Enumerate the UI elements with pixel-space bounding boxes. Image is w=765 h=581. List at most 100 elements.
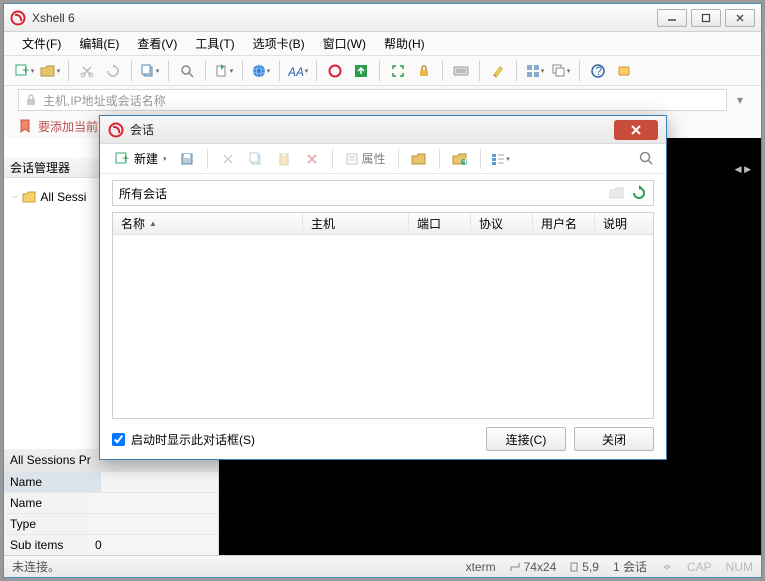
sort-asc-icon: ▲ <box>149 219 157 228</box>
xshell-icon[interactable] <box>323 59 347 83</box>
status-sessions: 1 会话 <box>613 558 647 575</box>
session-list[interactable]: 名称▲ 主机 端口 协议 用户名 说明 <box>112 212 654 419</box>
cascade-icon[interactable]: ▾ <box>549 59 573 83</box>
props-key: Type <box>4 514 89 534</box>
search-icon[interactable] <box>638 150 656 168</box>
separator <box>68 61 69 81</box>
refresh-icon[interactable] <box>631 185 647 201</box>
app-title: Xshell 6 <box>32 11 657 25</box>
close-dialog-button[interactable]: 关闭 <box>574 427 654 451</box>
view-mode-icon[interactable]: ▾ <box>489 147 513 171</box>
cursor-icon <box>570 562 578 572</box>
statusbar: 未连接。 xterm 74x24 5,9 1 会话 CAP NUM <box>4 555 761 577</box>
status-connection: 未连接。 <box>12 558 60 575</box>
lock-small-icon <box>25 94 37 106</box>
tab-nav-arrows[interactable]: ◀ ▶ <box>735 164 751 175</box>
status-position: 5,9 <box>570 560 599 574</box>
separator <box>516 61 517 81</box>
dialog-titlebar: 会话 <box>100 116 666 144</box>
highlight-icon[interactable] <box>486 59 510 83</box>
size-icon <box>510 562 520 572</box>
main-toolbar: +▾ ▾ ▾ ▾ ▾ AA▾ ▾ ▾ ? <box>4 56 761 86</box>
maximize-button[interactable] <box>691 9 721 27</box>
show-on-start-input[interactable] <box>112 433 125 446</box>
show-on-start-label: 启动时显示此对话框(S) <box>131 431 255 448</box>
col-name[interactable]: 名称▲ <box>113 213 303 234</box>
separator <box>398 149 399 169</box>
tree-item-label: All Sessi <box>40 190 86 204</box>
menu-window[interactable]: 窗口(W) <box>315 33 374 54</box>
help-icon[interactable]: ? <box>586 59 610 83</box>
show-on-start-checkbox[interactable]: 启动时显示此对话框(S) <box>112 431 478 448</box>
bookmark-icon <box>18 119 32 133</box>
address-input[interactable]: 主机,IP地址或会话名称 <box>18 89 727 111</box>
separator <box>379 61 380 81</box>
col-user[interactable]: 用户名 <box>533 213 595 234</box>
address-dropdown-icon[interactable]: ▾ <box>733 93 747 107</box>
open-folder-icon[interactable] <box>407 147 431 171</box>
new-folder-icon[interactable]: + <box>448 147 472 171</box>
open-session-icon[interactable]: ▾ <box>38 59 62 83</box>
menu-edit[interactable]: 编辑(E) <box>71 33 127 54</box>
folder-icon <box>22 190 36 204</box>
new-session-icon[interactable]: +▾ <box>12 59 36 83</box>
col-host[interactable]: 主机 <box>303 213 409 234</box>
properties-label: 属性 <box>362 150 386 167</box>
dialog-close-button[interactable] <box>614 120 658 140</box>
tree-connector: ┈ <box>12 192 18 203</box>
status-cap: CAP <box>687 560 712 574</box>
menu-tabs[interactable]: 选项卡(B) <box>245 33 313 54</box>
dialog-path-bar[interactable]: 所有会话 <box>112 180 654 206</box>
folder-small-icon <box>609 186 625 200</box>
separator <box>579 61 580 81</box>
col-desc[interactable]: 说明 <box>595 213 653 234</box>
svg-text:+: + <box>122 151 129 165</box>
col-port[interactable]: 端口 <box>409 213 471 234</box>
menu-help[interactable]: 帮助(H) <box>376 33 433 54</box>
separator <box>332 149 333 169</box>
globe-icon[interactable]: ▾ <box>249 59 273 83</box>
keyboard-icon[interactable] <box>449 59 473 83</box>
copy-to-icon[interactable]: ▾ <box>212 59 236 83</box>
cut-icon[interactable] <box>75 59 99 83</box>
svg-text:A: A <box>288 65 296 78</box>
address-bar-row: 主机,IP地址或会话名称 ▾ <box>4 86 761 114</box>
delete-icon[interactable] <box>300 147 324 171</box>
props-val <box>89 472 101 492</box>
svg-text:A: A <box>295 65 304 78</box>
menu-view[interactable]: 查看(V) <box>129 33 185 54</box>
col-protocol[interactable]: 协议 <box>471 213 533 234</box>
separator <box>479 61 480 81</box>
fullscreen-icon[interactable] <box>386 59 410 83</box>
new-button[interactable]: + 新建 ▾ <box>110 148 171 169</box>
reconnect-icon[interactable] <box>101 59 125 83</box>
separator <box>168 61 169 81</box>
props-val <box>89 493 101 513</box>
xftp-icon[interactable] <box>349 59 373 83</box>
lock-icon[interactable] <box>412 59 436 83</box>
cut-icon[interactable] <box>216 147 240 171</box>
properties-panel: All Sessions Pr Name Name Type Sub items… <box>4 449 218 555</box>
close-button[interactable] <box>725 9 755 27</box>
minimize-button[interactable] <box>657 9 687 27</box>
dialog-footer: 启动时显示此对话框(S) 连接(C) 关闭 <box>100 419 666 459</box>
copy-icon[interactable] <box>244 147 268 171</box>
save-icon[interactable] <box>175 147 199 171</box>
svg-text:+: + <box>22 63 29 77</box>
tiles-icon[interactable]: ▾ <box>523 59 547 83</box>
connect-button[interactable]: 连接(C) <box>486 427 566 451</box>
chevron-down-icon: ▾ <box>163 155 167 163</box>
separator <box>316 61 317 81</box>
copy-icon[interactable]: ▾ <box>138 59 162 83</box>
props-row: Type <box>4 513 218 534</box>
info-icon[interactable] <box>612 59 636 83</box>
find-icon[interactable] <box>175 59 199 83</box>
font-icon[interactable]: AA▾ <box>286 59 310 83</box>
properties-button[interactable]: 属性 <box>341 147 390 171</box>
props-key: Name <box>4 472 89 492</box>
menu-file[interactable]: 文件(F) <box>14 33 69 54</box>
separator <box>442 61 443 81</box>
window-controls <box>657 9 755 27</box>
menu-tools[interactable]: 工具(T) <box>187 33 242 54</box>
paste-icon[interactable] <box>272 147 296 171</box>
